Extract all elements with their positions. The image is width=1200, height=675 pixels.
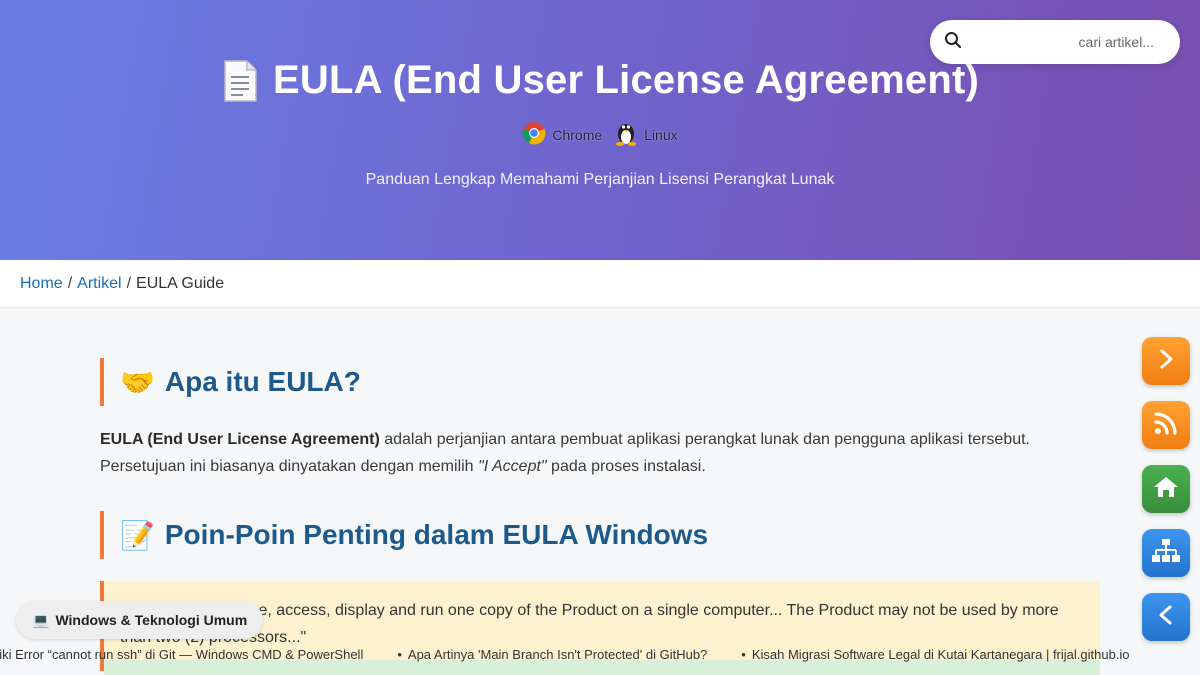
breadcrumb-home[interactable]: Home — [20, 275, 63, 293]
section-heading-key-points: 📝 Poin-Poin Penting dalam EULA Windows — [100, 511, 1100, 559]
search-input[interactable] — [974, 34, 1164, 50]
handshake-icon: 🤝 — [120, 366, 155, 398]
rss-icon — [1153, 410, 1179, 441]
page-title-text: EULA (End User License Agreement) — [272, 58, 979, 102]
search-box[interactable] — [930, 20, 1180, 64]
italic-term: "I Accept" — [478, 458, 547, 475]
platform-chrome-label: Chrome — [552, 126, 603, 143]
breadcrumb: Home / Artikel / EULA Guide — [0, 260, 1200, 308]
memo-icon: 📝 — [120, 519, 155, 551]
previous-article-button[interactable] — [1142, 593, 1190, 641]
ticker-bullet: • — [397, 647, 402, 662]
next-article-button[interactable] — [1142, 337, 1190, 385]
chevron-left-icon — [1155, 604, 1177, 631]
section-heading-text: Apa itu EULA? — [164, 366, 361, 397]
page-title: EULA (End User License Agreement) — [0, 58, 1200, 103]
breadcrumb-separator: / — [126, 274, 132, 292]
ticker-item[interactable]: • Kisah Migrasi Software Legal di Kutai K… — [741, 647, 1129, 662]
platform-list: Chrome Linux — [0, 120, 1200, 149]
ticker-text: Kisah Migrasi Software Legal di Kutai Ka… — [751, 647, 1130, 662]
document-icon — [221, 59, 259, 103]
home-icon — [1153, 475, 1179, 504]
sitemap-button[interactable] — [1142, 529, 1190, 577]
breadcrumb-separator: / — [67, 274, 73, 292]
floating-action-buttons — [1142, 337, 1190, 657]
platform-linux-label: Linux — [644, 126, 678, 143]
ticker-text: aiki Error “cannot run ssh” di Git — Win… — [0, 647, 364, 662]
platform-linux: Linux — [614, 120, 678, 149]
bold-term: EULA (End User License Agreement) — [100, 431, 380, 448]
section-paragraph: EULA (End User License Agreement) adalah… — [100, 426, 1100, 480]
chevron-right-icon — [1155, 348, 1177, 375]
breadcrumb-articles[interactable]: Artikel — [77, 275, 121, 293]
sitemap-icon — [1152, 538, 1180, 569]
paragraph-text-end: pada proses instalasi. — [546, 458, 706, 475]
section-heading-what-is-eula: 🤝 Apa itu EULA? — [100, 358, 1100, 406]
laptop-icon: 💻 — [32, 611, 50, 628]
page-subtitle: Panduan Lengkap Memahami Perjanjian Lise… — [365, 171, 835, 188]
ticker-text: Apa Artinya 'Main Branch Isn't Protected… — [407, 647, 708, 662]
section-heading-text: Poin-Poin Penting dalam EULA Windows — [164, 519, 709, 550]
rss-feed-button[interactable] — [1142, 401, 1190, 449]
breadcrumb-current: EULA Guide — [136, 274, 225, 292]
category-chip[interactable]: 💻 Windows & Teknologi Umum — [16, 601, 264, 639]
ticker-item[interactable]: aiki Error “cannot run ssh” di Git — Win… — [0, 647, 363, 662]
search-icon[interactable] — [944, 31, 962, 54]
platform-chrome: Chrome — [522, 121, 602, 148]
article-ticker: aiki Error “cannot run ssh” di Git — Win… — [0, 645, 1200, 665]
chrome-icon — [522, 121, 546, 148]
ticker-bullet: • — [741, 647, 746, 662]
home-button[interactable] — [1142, 465, 1190, 513]
linux-tux-icon — [614, 120, 638, 149]
category-label: Windows & Teknologi Umum — [55, 612, 248, 628]
ticker-item[interactable]: • Apa Artinya 'Main Branch Isn't Protecte… — [397, 647, 707, 662]
